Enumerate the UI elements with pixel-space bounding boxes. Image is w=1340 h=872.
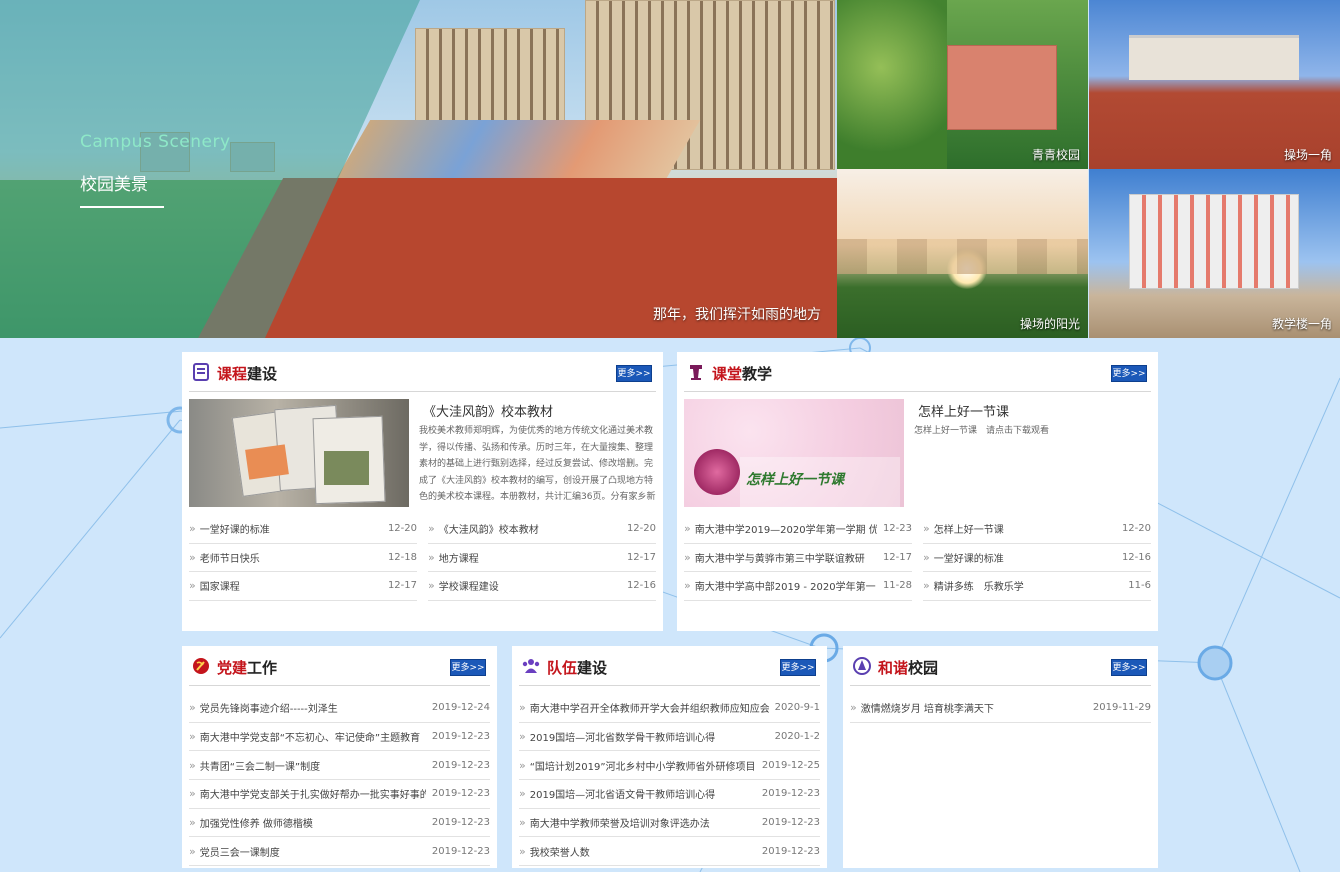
thumb-caption: 操场的阳光 [1019,317,1080,331]
featured-title[interactable]: 怎样上好一节课 [918,401,1009,420]
more-button[interactable]: 更多>> [1111,659,1147,676]
thumb-playground-corner[interactable]: 操场一角 [1089,0,1340,169]
arrow-icon: » [923,522,930,536]
panel-title: 党建工作 [217,659,278,677]
arrow-icon: » [189,522,196,536]
featured-image[interactable] [189,399,409,507]
arrow-icon: » [428,550,435,564]
party-emblem-icon [193,658,209,674]
featured-article[interactable]: 怎样上好一节课 怎样上好一节课 怎样上好一节课 请点击下载观看 [684,399,1151,515]
list-item[interactable]: » 南大港中学教师荣誉及培训对象评选办法 2019-12-23 [519,809,820,838]
hero-title: 校园美景 [80,175,148,195]
arrow-icon: » [189,550,196,564]
panel-classroom-teaching: 课堂教学 更多>> 怎样上好一节课 怎样上好一节课 怎样上好一节课 请点击下载观… [677,352,1158,631]
list-item[interactable]: » “国培计划2019”河北乡村中小学教师省外研修项目 2019-12-25 [519,751,820,781]
featured-title[interactable]: 《大洼风韵》校本教材 [423,401,553,420]
arrow-icon: » [519,844,526,858]
list-item[interactable]: » 精讲多练 乐教乐学 11-6 [923,572,1151,601]
list-item[interactable]: » 党员先锋岗事迹介绍-----刘泽生 2019-12-24 [189,694,490,723]
arrow-icon: » [684,579,691,593]
panel-team-building: 队伍建设 更多>> » 南大港中学召开全体教师开学大会并组织教师应知应会 2020-… [512,646,827,868]
thumb-building-corner[interactable]: 教学楼一角 [1089,169,1340,338]
arrow-icon: » [428,522,435,536]
list-item[interactable]: » 南大港中学高中部2019 - 2020学年第一 11-28 [684,572,912,601]
book-icon [193,363,209,381]
arrow-icon: » [189,579,196,593]
list-item[interactable]: » 南大港中学与黄骅市第三中学联谊教研 12-17 [684,544,912,572]
thumb-caption: 教学楼一角 [1271,317,1332,331]
list-item[interactable]: » 一堂好课的标准 12-16 [923,544,1151,572]
arrow-icon: » [519,816,526,830]
list-item[interactable]: » 老师节日快乐 12-18 [189,544,417,572]
featured-image-text: 怎样上好一节课 [746,472,844,488]
list-item[interactable]: » 加强党性修养 做师德楷模 2019-12-23 [189,809,490,838]
list-item[interactable]: » 2019国培—河北省语文骨干教师培训心得 2019-12-23 [519,780,820,809]
list-item[interactable]: » 地方课程 12-17 [428,544,656,572]
list-item[interactable]: » 一堂好课的标准 12-20 [189,515,417,544]
arrow-icon: » [189,816,196,830]
thumb-caption: 青青校园 [1031,148,1080,162]
hero-underline [80,206,164,208]
podium-icon [690,365,702,380]
featured-article[interactable]: 《大洼风韵》校本教材 我校美术教师郑明辉，为使优秀的地方传统文化通过美术教学，得… [189,399,656,515]
arrow-icon: » [189,787,196,801]
panel-header: 和谐校园 更多>> [850,646,1151,686]
list-item[interactable]: » 激情燃烧岁月 培育桃李满天下 2019-11-29 [850,694,1151,723]
featured-image[interactable]: 怎样上好一节课 [684,399,904,507]
panel-title: 课堂教学 [712,365,773,383]
panel-title: 队伍建设 [547,659,608,677]
list-item[interactable]: » 2019国培—河北省数学骨干教师培训心得 2020-1-2 [519,723,820,752]
arrow-icon: » [428,579,435,593]
list-item[interactable]: » 南大港中学党支部“不忘初心、牢记使命”主题教育 2019-12-23 [189,723,490,752]
arrow-icon: » [684,522,691,536]
list-item[interactable]: » 学校课程建设 12-16 [428,572,656,601]
panel-title: 课程建设 [217,365,278,383]
list-item[interactable]: » 南大港中学召开全体教师开学大会并组织教师应知应会 2020-9-1 [519,694,820,723]
panel-header: 党建工作 更多>> [189,646,490,686]
panel-header: 课堂教学 更多>> [684,352,1151,392]
more-button[interactable]: 更多>> [780,659,816,676]
arrow-icon: » [519,701,526,715]
arrow-icon: » [189,730,196,744]
list-item[interactable]: » 共青团“三会二制一课”制度 2019-12-23 [189,751,490,781]
thumb-campus[interactable]: 青青校园 [837,0,1088,169]
panel-party-building: 党建工作 更多>> » 党员先锋岗事迹介绍-----刘泽生 2019-12-24 »… [182,646,497,868]
more-button[interactable]: 更多>> [616,365,652,382]
hero-caption: 那年，我们挥汗如雨的地方 [653,307,821,323]
more-button[interactable]: 更多>> [1111,365,1147,382]
arrow-icon: » [923,550,930,564]
arrow-icon: » [850,701,857,715]
arrow-icon: » [189,701,196,715]
panel-harmonious-campus: 和谐校园 更多>> » 激情燃烧岁月 培育桃李满天下 2019-11-29 [843,646,1158,868]
arrow-icon: » [519,787,526,801]
arrow-icon: » [519,758,526,772]
list-item[interactable]: » 党员三会一课制度 2019-12-23 [189,837,490,867]
list-item[interactable]: » 我校荣誉人数 2019-12-23 [519,837,820,867]
hero-main-image[interactable]: Campus Scenery 校园美景 那年，我们挥汗如雨的地方 [0,0,837,338]
panel-title: 和谐校园 [878,659,939,677]
list-item[interactable]: » 南大港中学党支部关于扎实做好帮办一批实事好事的 2019-12-23 [189,780,490,809]
list-item[interactable]: » 怎样上好一节课 12-20 [923,515,1151,544]
arrow-icon: » [684,550,691,564]
hero-banner: Campus Scenery 校园美景 那年，我们挥汗如雨的地方 青青校园 操场… [0,0,1340,338]
arrow-icon: » [189,844,196,858]
panel-course-construction: 课程建设 更多>> 《大洼风韵》校本教材 我校美术教师郑明辉，为使优秀的地方传统… [182,352,663,631]
more-button[interactable]: 更多>> [450,659,486,676]
team-icon [522,659,540,673]
hero-english-title: Campus Scenery [80,132,231,152]
arrow-icon: » [189,758,196,772]
panel-header: 课程建设 更多>> [189,352,656,392]
arrow-icon: » [519,730,526,744]
featured-description: 怎样上好一节课 请点击下载观看 [914,426,1050,436]
panel-header: 队伍建设 更多>> [519,646,820,686]
thumb-caption: 操场一角 [1283,148,1332,162]
thumb-playground-sun[interactable]: 操场的阳光 [837,169,1088,338]
featured-description: 我校美术教师郑明辉，为使优秀的地方传统文化通过美术教学，得以传播、弘扬和传承。历… [419,426,656,502]
list-item[interactable]: » 国家课程 12-17 [189,572,417,601]
emblem-icon [853,657,871,675]
arrow-icon: » [923,579,930,593]
list-item[interactable]: » 南大港中学2019—2020学年第一学期 优 12-23 [684,515,912,544]
list-item[interactable]: » 《大洼风韵》校本教材 12-20 [428,515,656,544]
